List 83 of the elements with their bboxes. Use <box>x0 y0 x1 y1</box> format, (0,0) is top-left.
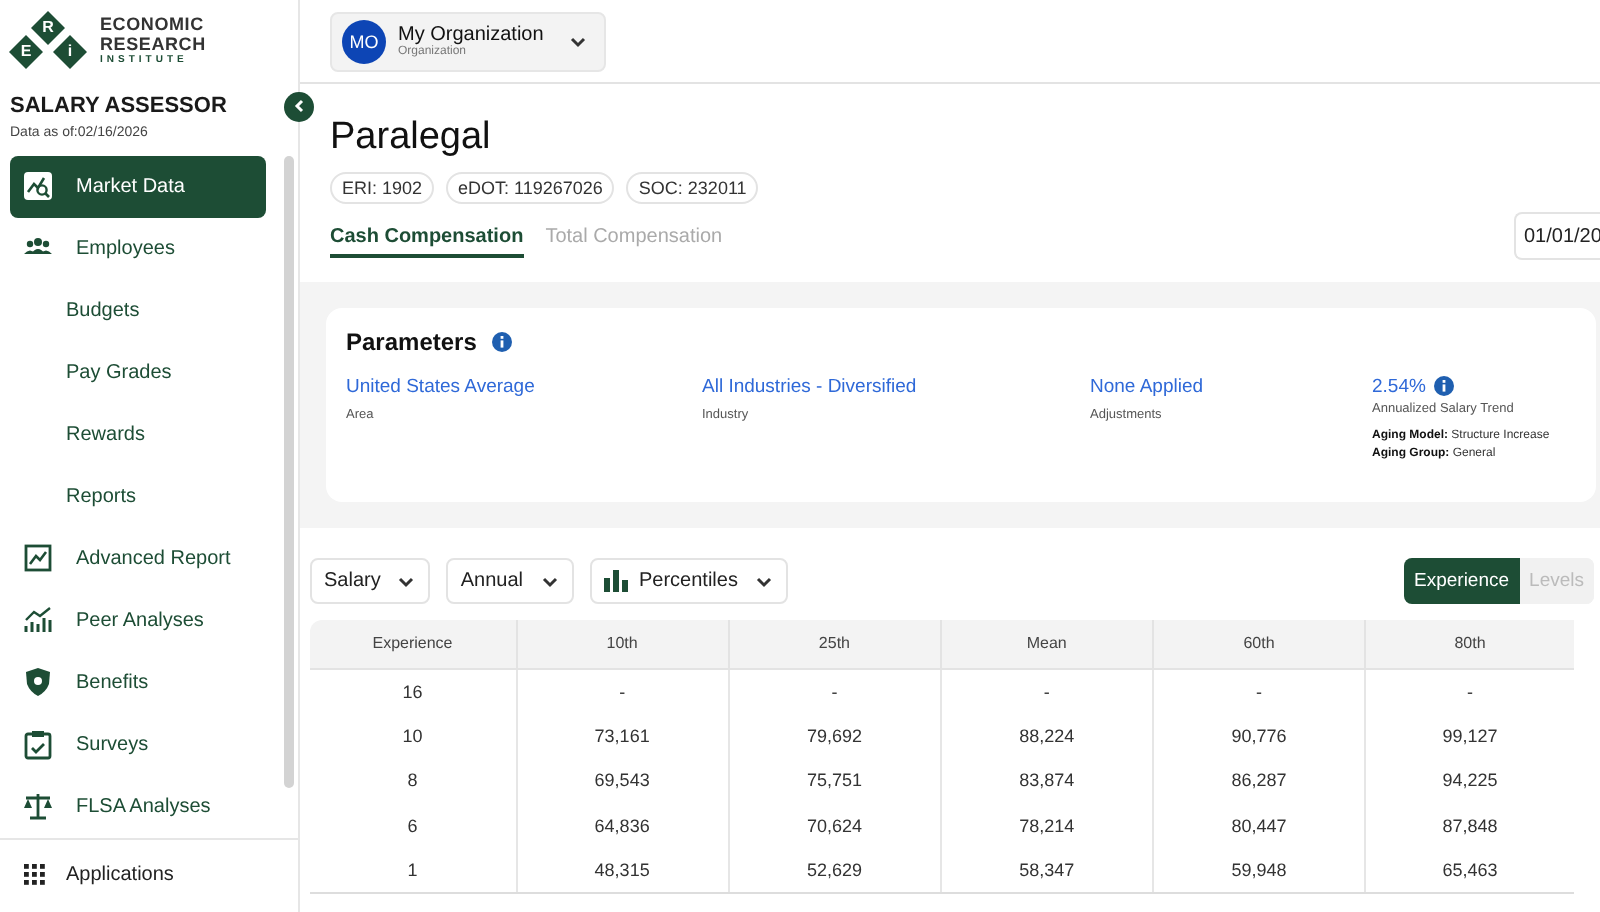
table-cell: 69,543 <box>516 758 729 803</box>
table-cell: 78,214 <box>940 803 1153 848</box>
scrollbar[interactable] <box>284 155 294 788</box>
chevron-left-icon <box>291 98 307 115</box>
avatar: MO <box>342 19 386 63</box>
column-header: 80th <box>1365 620 1574 668</box>
logo-mark-drawing <box>8 10 88 71</box>
table-cell: 10 <box>310 713 516 758</box>
table-cell: - <box>1152 668 1366 713</box>
job-title: Paralegal <box>330 116 493 160</box>
chart-search-icon <box>22 170 54 203</box>
nav-item[interactable]: Employees <box>10 217 266 280</box>
table-cell: 48,315 <box>516 848 729 893</box>
table-cell: 6 <box>310 803 516 848</box>
parameters-title: Parameters <box>346 328 477 356</box>
logo-text: ECONOMIC <box>100 13 204 34</box>
table-cell: 8 <box>310 758 516 803</box>
grid-icon <box>24 864 46 887</box>
table-cell: 70,624 <box>728 803 941 848</box>
nav-item[interactable]: Pay Grades <box>10 341 266 404</box>
column-header: 25th <box>728 620 941 668</box>
app-title: SALARY ASSESSOR <box>10 94 227 119</box>
table-cell: - <box>1365 668 1574 713</box>
parameter-link[interactable]: United States Average <box>346 376 535 398</box>
filter-dropdown[interactable]: Percentiles <box>589 558 788 604</box>
parameter-link[interactable]: None Applied <box>1090 376 1204 398</box>
table-cell: 94,225 <box>1365 758 1574 803</box>
info-icon <box>492 332 513 352</box>
table-cell: 64,836 <box>516 803 729 848</box>
table-cell: 87,848 <box>1365 803 1574 848</box>
collapse-button[interactable] <box>284 91 314 122</box>
shield-icon <box>22 666 54 699</box>
applications-button[interactable]: Applications <box>0 837 298 912</box>
table-cell: 80,447 <box>1152 803 1366 848</box>
filter-dropdown[interactable]: Annual <box>446 558 573 604</box>
table-cell: 1 <box>310 848 516 893</box>
organization-name: My Organization <box>398 24 544 46</box>
column-header: Experience <box>310 620 516 668</box>
table-cell: - <box>728 668 941 713</box>
table-cell: 52,629 <box>728 848 941 893</box>
bar-chart-icon <box>22 604 54 637</box>
table-cell: 99,127 <box>1365 713 1574 758</box>
table-cell: 90,776 <box>1152 713 1366 758</box>
code-chip: ERI: 1902 <box>330 172 435 204</box>
view-toggle[interactable]: Experience <box>1404 558 1520 604</box>
tab[interactable]: Cash Compensation <box>330 226 524 258</box>
table-cell: 65,463 <box>1365 848 1574 893</box>
nav-item[interactable]: Peer Analyses <box>10 589 266 652</box>
table-cell: - <box>516 668 729 713</box>
table-cell: 16 <box>310 668 516 713</box>
code-chip: SOC: 232011 <box>626 172 759 204</box>
code-chip: eDOT: 119267026 <box>446 172 615 204</box>
parameter-link[interactable]: All Industries - Diversified <box>702 376 917 398</box>
table-cell: 58,347 <box>940 848 1153 893</box>
table-cell: 83,874 <box>940 758 1153 803</box>
nav-item[interactable]: Advanced Report <box>10 527 266 590</box>
line-chart-icon <box>22 542 54 575</box>
logo-letter: E <box>18 44 34 61</box>
filter-dropdown[interactable]: Salary <box>310 558 431 604</box>
table-cell: 73,161 <box>516 713 729 758</box>
nav-item[interactable]: Market Data <box>10 155 266 218</box>
nav-item[interactable]: Budgets <box>10 279 266 342</box>
scales-icon <box>22 790 54 823</box>
logo-text: RESEARCH <box>100 33 206 54</box>
logo-letter: R <box>40 20 56 37</box>
logo-letter: i <box>65 44 75 61</box>
table-cell: 79,692 <box>728 713 941 758</box>
nav-item[interactable]: Rewards <box>10 403 266 466</box>
bar-chart-icon <box>603 570 627 592</box>
parameter-link[interactable]: 2.54% <box>1372 376 1426 398</box>
nav-item[interactable]: Reports <box>10 465 266 528</box>
nav-item[interactable]: FLSA Analyses <box>10 775 266 838</box>
nav-item[interactable]: Surveys <box>10 713 266 776</box>
table-cell: 59,948 <box>1152 848 1366 893</box>
table-cell: 86,287 <box>1152 758 1366 803</box>
clipboard-check-icon <box>22 728 54 761</box>
table-cell: 75,751 <box>728 758 941 803</box>
column-header: Mean <box>940 620 1153 668</box>
nav-item[interactable]: Benefits <box>10 651 266 714</box>
table-cell: - <box>940 668 1153 713</box>
column-header: 10th <box>516 620 729 668</box>
table-cell: 88,224 <box>940 713 1153 758</box>
column-header: 60th <box>1152 620 1366 668</box>
